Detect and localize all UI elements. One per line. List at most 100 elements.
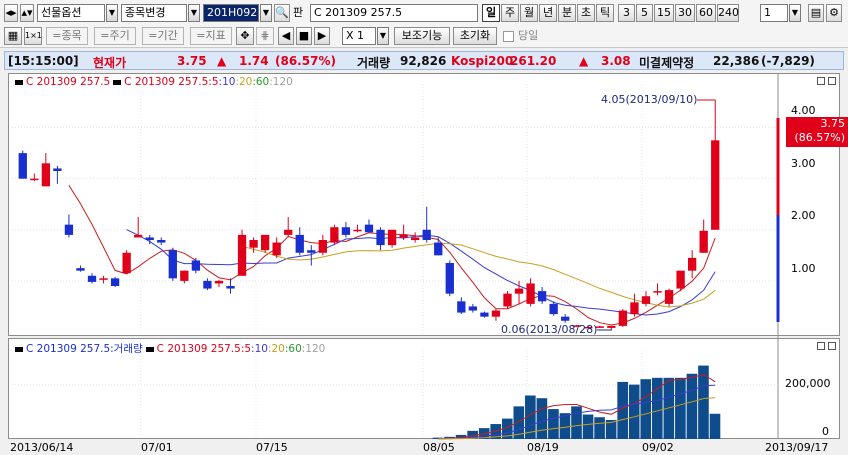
y-tick-label: 2.00 bbox=[791, 209, 816, 222]
reset-button[interactable]: 초기화 bbox=[453, 27, 497, 45]
same-day-label: 당일 bbox=[518, 29, 539, 42]
volume-legend-series: C 201309 257.5:거래량 bbox=[26, 343, 143, 355]
chart-window: ◂▸ ▴▾ 선물옵션 ▼ 종목변경 ▼ 201H09257 ▼ 🔍 판 C 20… bbox=[0, 0, 848, 455]
change-item-select[interactable]: 종목변경 bbox=[121, 4, 187, 22]
interval-button-0[interactable]: 3 bbox=[618, 4, 635, 22]
legend-marker-icon bbox=[15, 79, 23, 85]
x-tick-label: 2013/06/14 bbox=[10, 441, 74, 454]
minimize-panel-icon[interactable] bbox=[817, 77, 825, 85]
bars-icon[interactable]: ⋕ bbox=[256, 27, 274, 45]
interval-button-1[interactable]: 5 bbox=[636, 4, 653, 22]
minimize-volume-icon[interactable] bbox=[817, 342, 825, 350]
legend-ma-20: :20 bbox=[235, 76, 253, 88]
pan-label: 판 bbox=[293, 6, 304, 19]
kospi-label: Kospi200 bbox=[451, 54, 514, 68]
market-select[interactable]: 선물옵션 bbox=[37, 4, 105, 22]
market-dropdown-icon[interactable]: ▼ bbox=[106, 4, 118, 22]
price-label: 현재가 bbox=[93, 56, 127, 70]
interval-button-5[interactable]: 240 bbox=[717, 4, 739, 22]
legend-ma-120: :120 bbox=[269, 76, 293, 88]
oi-change: (-7,829) bbox=[761, 54, 815, 68]
code-input[interactable]: 201H09257 bbox=[203, 4, 259, 22]
quote-status-bar: [15:15:00] 현재가 3.75 ▲ 1.74 (86.57%) 거래량 … bbox=[4, 51, 844, 70]
oi-label: 미결제약정 bbox=[639, 56, 695, 70]
volume-y-tick-label: 0 bbox=[822, 425, 829, 438]
volume-chart-panel[interactable]: C 201309 257.5:거래량 C 201309 257.5:5:10:20… bbox=[8, 338, 840, 439]
save-icon[interactable]: ▤ bbox=[808, 4, 824, 22]
toolbar-secondary: ▦ 1×1 =종목 =주기 =기간 =지표 ✥ ⋕ ◀ ■ ▶ X 1 ▼ 보조… bbox=[0, 24, 848, 48]
x-tick-label: 2013/09/17 bbox=[765, 441, 829, 454]
period-button-0[interactable]: 일 bbox=[482, 4, 500, 22]
period-button-4[interactable]: 분 bbox=[558, 4, 576, 22]
y-tick-label: 3.00 bbox=[791, 157, 816, 170]
interval-button-2[interactable]: 15 bbox=[654, 4, 674, 22]
interval-button-3[interactable]: 30 bbox=[675, 4, 695, 22]
legend-ma-60: :60 bbox=[284, 343, 302, 355]
next-icon[interactable]: ▶ bbox=[314, 27, 330, 45]
price-legend: C 201309 257.5 C 201309 257.5:5:10:20:60:… bbox=[15, 76, 293, 88]
nav-left-right-icon[interactable]: ◂▸ bbox=[4, 4, 18, 22]
x-tick-label: 07/01 bbox=[141, 441, 173, 454]
item-name-field: C 201309 257.5 bbox=[310, 4, 478, 22]
legend-ma-120: :120 bbox=[301, 343, 326, 355]
price-change-pct: (86.57%) bbox=[275, 54, 336, 68]
legend-separator-icon bbox=[113, 79, 122, 85]
volume-legend-marker-icon bbox=[15, 346, 23, 352]
close-panel-icon[interactable] bbox=[828, 77, 836, 85]
up-arrow-icon: ▲ bbox=[217, 54, 227, 68]
indicator-button[interactable]: =지표 bbox=[190, 27, 232, 45]
code-dropdown-icon[interactable]: ▼ bbox=[260, 4, 272, 22]
multiplier-select[interactable]: X 1 bbox=[342, 27, 376, 45]
volume-value: 92,826 bbox=[400, 54, 447, 68]
same-day-checkbox[interactable] bbox=[503, 31, 514, 42]
period-button-2[interactable]: 월 bbox=[520, 4, 538, 22]
search-icon[interactable]: 🔍 bbox=[274, 4, 290, 22]
grid-icon[interactable]: ▦ bbox=[4, 27, 22, 45]
volume-legend-separator-icon bbox=[145, 346, 154, 352]
y-tick-label: 1.00 bbox=[791, 262, 816, 275]
x-tick-label: 07/15 bbox=[256, 441, 288, 454]
volume-label: 거래량 bbox=[357, 56, 391, 70]
range-button[interactable]: =기간 bbox=[142, 27, 184, 45]
legend-ma-20: :20 bbox=[267, 343, 285, 355]
prev-icon[interactable]: ◀ bbox=[278, 27, 294, 45]
count-dropdown-icon[interactable]: ▼ bbox=[789, 4, 801, 22]
x-tick-label: 08/19 bbox=[527, 441, 559, 454]
kospi-change: 3.08 bbox=[601, 54, 631, 68]
oi-value: 22,386 bbox=[713, 54, 760, 68]
interval-button-4[interactable]: 60 bbox=[696, 4, 716, 22]
low-annotation: 0.06(2013/08/28) bbox=[501, 323, 598, 336]
change-item-dropdown-icon[interactable]: ▼ bbox=[188, 4, 200, 22]
one-by-one-icon[interactable]: 1×1 bbox=[24, 27, 42, 45]
legend-ma-10: :10 bbox=[218, 76, 236, 88]
legend-ma-10: :10 bbox=[251, 343, 268, 355]
price-change: 1.74 bbox=[239, 54, 269, 68]
aux-function-button[interactable]: 보조기능 bbox=[394, 27, 450, 45]
crosshair-icon[interactable]: ✥ bbox=[236, 27, 254, 45]
price-tag-pct: (86.57%) bbox=[794, 131, 845, 144]
period-button-5[interactable]: 초 bbox=[577, 4, 595, 22]
volume-y-tick-label: 200,000 bbox=[785, 377, 831, 390]
period-button-1[interactable]: 주 bbox=[501, 4, 519, 22]
count-input[interactable]: 1 bbox=[760, 4, 788, 22]
volume-legend: C 201309 257.5:거래량 C 201309 257.5:5:10:20… bbox=[15, 341, 325, 356]
x-tick-label: 09/02 bbox=[642, 441, 674, 454]
settings-icon[interactable]: ⚙ bbox=[826, 4, 842, 22]
stop-icon[interactable]: ■ bbox=[296, 27, 312, 45]
period-button-3[interactable]: 년 bbox=[539, 4, 557, 22]
price-chart-panel[interactable]: C 201309 257.5 C 201309 257.5:5:10:20:60:… bbox=[8, 73, 840, 336]
legend-ma5: C 201309 257.5:5 bbox=[124, 76, 219, 88]
item-button[interactable]: =종목 bbox=[46, 27, 88, 45]
multiplier-dropdown-icon[interactable]: ▼ bbox=[377, 27, 389, 45]
x-tick-label: 08/05 bbox=[423, 441, 455, 454]
nav-up-down-icon[interactable]: ▴▾ bbox=[20, 4, 34, 22]
period-button-6[interactable]: 틱 bbox=[596, 4, 614, 22]
quote-time: [15:15:00] bbox=[8, 54, 79, 68]
current-price-tag: 3.75 (86.57%) bbox=[786, 117, 848, 147]
legend-ma-60: :60 bbox=[252, 76, 270, 88]
period-button[interactable]: =주기 bbox=[94, 27, 136, 45]
current-price: 3.75 bbox=[177, 54, 207, 68]
high-annotation: 4.05(2013/09/10) bbox=[601, 93, 698, 106]
close-volume-icon[interactable] bbox=[828, 342, 836, 350]
legend-series-name: C 201309 257.5 bbox=[26, 76, 111, 88]
